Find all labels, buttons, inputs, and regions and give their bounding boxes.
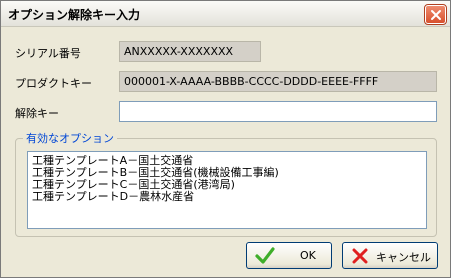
- window-title: オプション解除キー入力: [8, 8, 141, 22]
- close-icon: [430, 9, 441, 20]
- cancel-button-label: キャンセル: [376, 251, 431, 264]
- dialog-window: オプション解除キー入力 シリアル番号 ANXXXXX-XXXXXXX プロダクト…: [0, 0, 451, 278]
- serial-label: シリアル番号: [15, 47, 81, 60]
- checkmark-icon: [255, 247, 275, 268]
- options-list[interactable]: 工種テンプレートA－国土交通省 工種テンプレートB－国土交通省(機械設備工事編)…: [27, 151, 427, 229]
- close-button[interactable]: [424, 4, 447, 25]
- product-key-label: プロダクトキー: [15, 77, 92, 90]
- cross-icon: [351, 247, 369, 268]
- ok-button[interactable]: OK: [246, 242, 332, 269]
- unlock-key-input[interactable]: [119, 101, 437, 122]
- title-bar[interactable]: オプション解除キー入力: [1, 1, 450, 27]
- unlock-key-label: 解除キー: [15, 107, 59, 120]
- product-key-field: 000001-X-AAAA-BBBB-CCCC-DDDD-EEEE-FFFF: [119, 71, 437, 92]
- cancel-button[interactable]: キャンセル: [342, 242, 438, 269]
- options-legend: 有効なオプション: [23, 130, 117, 146]
- list-item[interactable]: 工種テンプレートD－農林水産省: [32, 191, 422, 203]
- serial-number-field: ANXXXXX-XXXXXXX: [119, 41, 261, 62]
- ok-button-label: OK: [300, 249, 316, 262]
